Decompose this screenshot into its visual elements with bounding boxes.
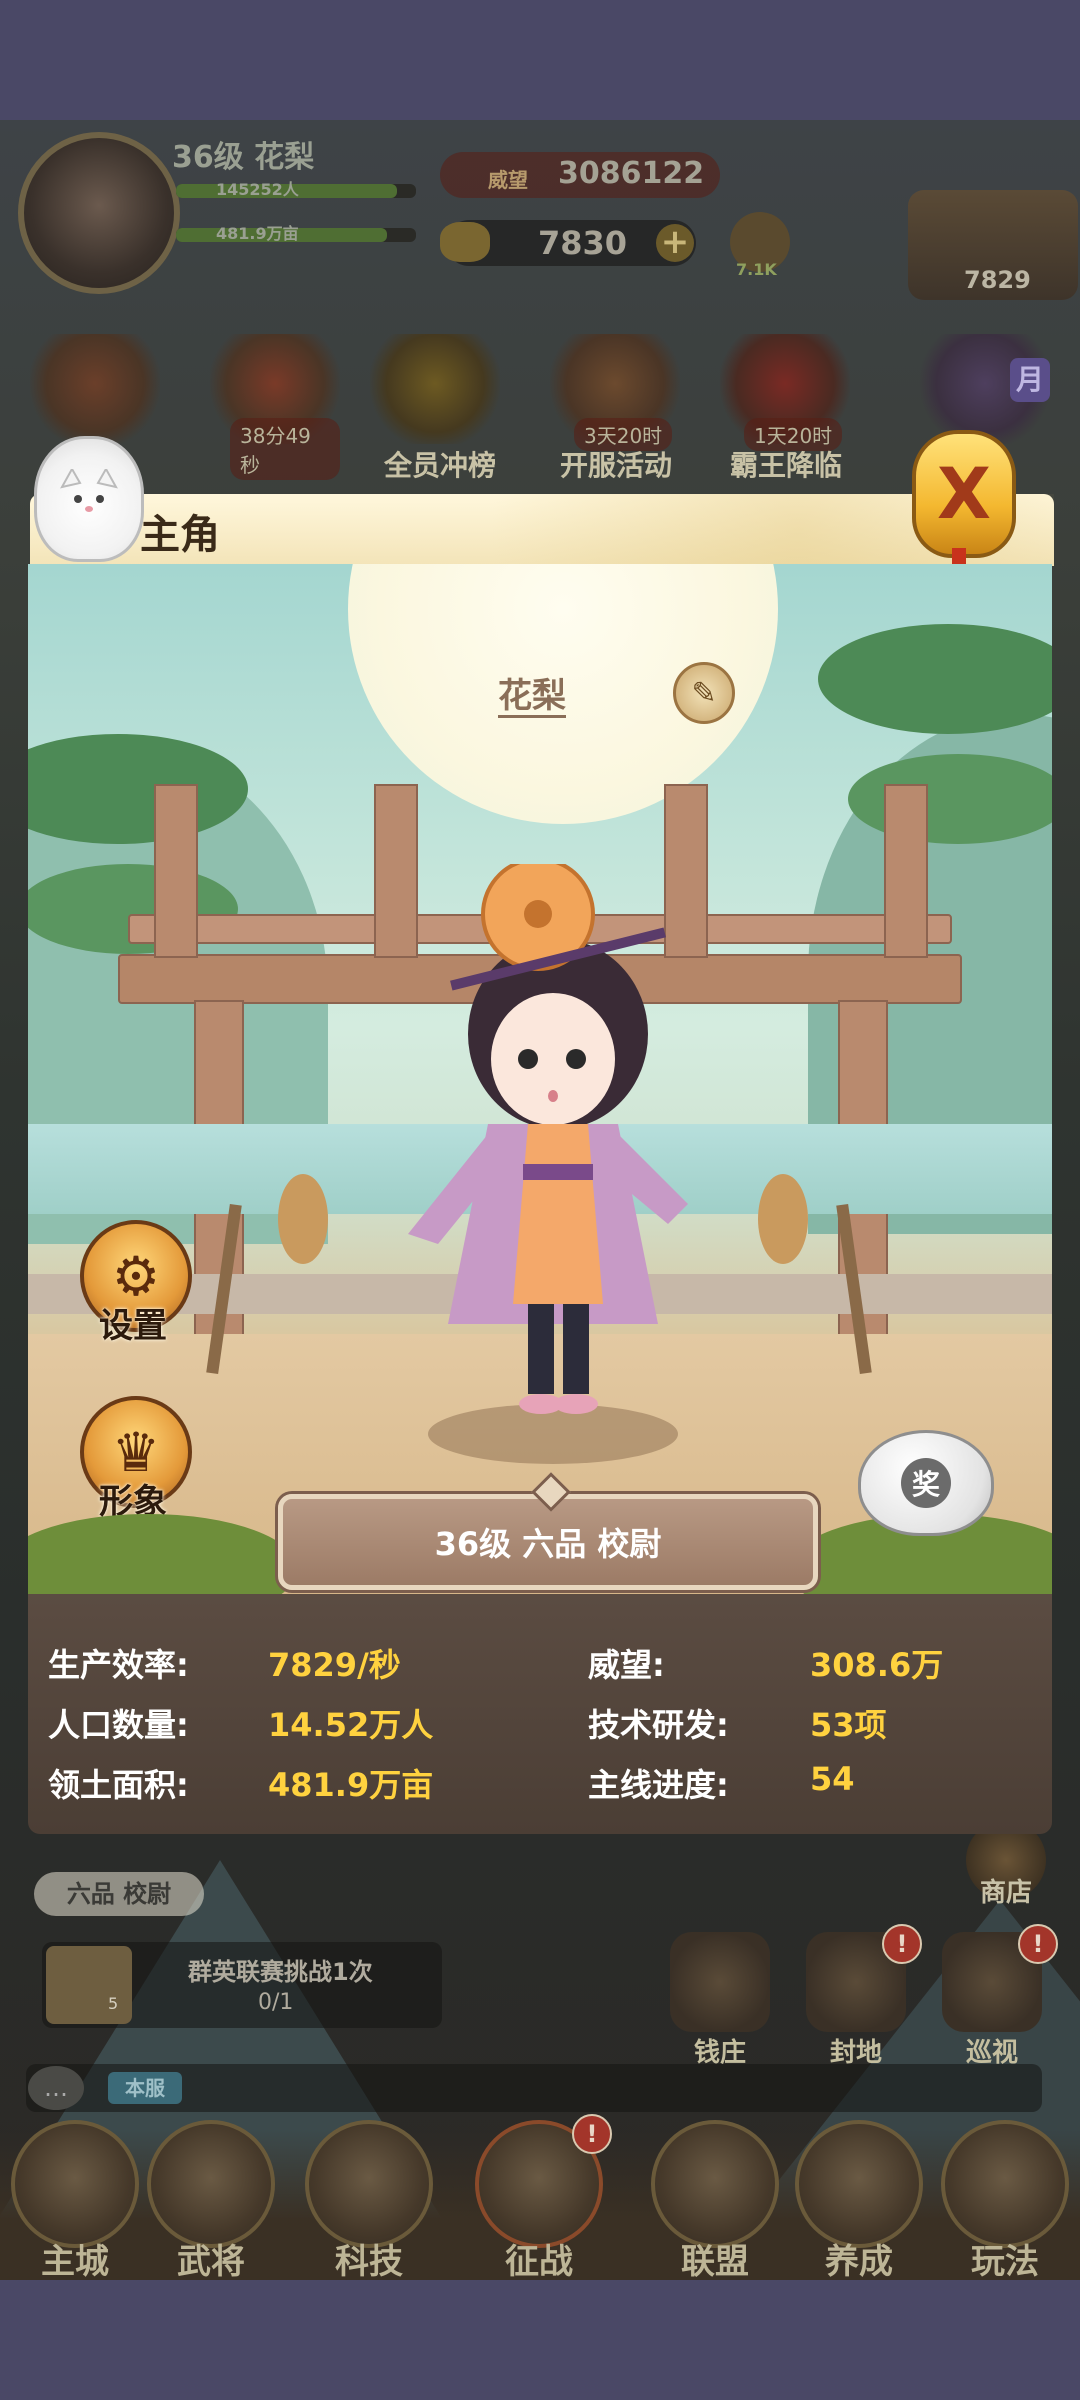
- nav-campaign[interactable]: 征战 !: [464, 2114, 614, 2280]
- stat-label: 生产效率:: [48, 1646, 189, 1684]
- quest-progress: 0/1: [258, 1990, 294, 2015]
- nav-main-city[interactable]: 主城: [0, 2120, 150, 2280]
- nav-gameplay[interactable]: 玩法: [930, 2120, 1080, 2280]
- event-item[interactable]: 1天20时 霸王降临: [720, 334, 850, 482]
- event-item[interactable]: 全员冲榜: [370, 334, 500, 482]
- stat-value: 7829/秒: [268, 1646, 401, 1684]
- event-icon: [30, 334, 160, 444]
- territory-row: 481.9万亩: [176, 224, 416, 243]
- player-avatar[interactable]: [18, 132, 180, 294]
- notification-badge: !: [1018, 1924, 1058, 1964]
- lucky-cat-value: 7.1K: [736, 260, 777, 279]
- side-button-fief[interactable]: 封地 !: [806, 1924, 922, 2069]
- close-button[interactable]: X: [912, 430, 1016, 558]
- white-cat-mascot-icon: [34, 436, 144, 562]
- stat-label: 技术研发:: [588, 1706, 729, 1744]
- month-pass-icon: 月: [1010, 358, 1050, 402]
- side-button-bank[interactable]: 钱庄: [670, 1932, 770, 2069]
- gate-post: [884, 784, 928, 958]
- event-item[interactable]: 3天20时 开服活动: [550, 334, 680, 482]
- stat-value: 54: [810, 1760, 855, 1798]
- nav-label: 征战: [505, 2242, 573, 2280]
- develop-icon: [795, 2120, 923, 2248]
- drum-icon: [278, 1174, 328, 1264]
- notification-badge: !: [572, 2114, 612, 2154]
- quest-title: 群英联赛挑战1次: [188, 1958, 373, 1986]
- population-value: 145252人: [216, 180, 299, 199]
- nav-label: 武将: [177, 2242, 245, 2280]
- stat-label: 威望:: [588, 1646, 665, 1684]
- quest-panel[interactable]: 5 群英联赛挑战1次 0/1: [42, 1942, 442, 2028]
- chat-channel-tag: 本服: [108, 2072, 182, 2104]
- nav-label: 科技: [335, 2242, 403, 2280]
- event-label: 开服活动: [559, 449, 672, 482]
- event-timer: 38分49秒: [230, 418, 340, 480]
- tech-icon: [305, 2120, 433, 2248]
- stat-value: 53项: [810, 1706, 887, 1744]
- pine-tree-icon: [818, 624, 1052, 734]
- event-label: 全员冲榜: [383, 449, 496, 482]
- stats-panel: 生产效率: 7829/秒 威望: 308.6万 人口数量: 14.52万人 技术…: [28, 1594, 1052, 1834]
- generals-icon: [147, 2120, 275, 2248]
- stat-label: 领土面积:: [48, 1766, 189, 1804]
- territory-value: 481.9万亩: [216, 224, 299, 243]
- prestige-label: 威望: [488, 168, 528, 192]
- nav-label: 玩法: [971, 2242, 1039, 2280]
- stat-value: 14.52万人: [268, 1706, 434, 1744]
- stat-value: 308.6万: [810, 1646, 944, 1684]
- chat-icon[interactable]: …: [28, 2066, 84, 2110]
- gold-value: 7830: [538, 224, 628, 262]
- stat-value: 481.9万亩: [268, 1766, 434, 1804]
- stat-label: 主线进度:: [588, 1766, 729, 1804]
- nav-label: 主城: [41, 2242, 109, 2280]
- settings-label[interactable]: 设置: [78, 1298, 188, 1347]
- income-value: 7829: [964, 266, 1031, 294]
- drum-icon: [758, 1174, 808, 1264]
- quest-item-icon: [46, 1946, 132, 2024]
- prestige-value: 3086122: [558, 156, 705, 191]
- event-item[interactable]: 38分49秒: [210, 334, 340, 480]
- status-bar: [0, 0, 1080, 120]
- piggy-bank-reward-icon[interactable]: 奖: [858, 1430, 994, 1536]
- gate-post: [154, 784, 198, 958]
- gameplay-icon: [941, 2120, 1069, 2248]
- navigation-bar: [0, 2280, 1080, 2400]
- character-scene: 花梨 ✎ ⚙ 设置 ♛ 形象 36级 六品 校尉 奖: [28, 564, 1052, 1594]
- main-city-icon: [11, 2120, 139, 2248]
- stat-label: 人口数量:: [48, 1706, 189, 1744]
- quest-item-count: 5: [108, 1994, 119, 2013]
- event-item[interactable]: [30, 334, 160, 444]
- character-name[interactable]: 花梨: [498, 668, 566, 717]
- nav-tech[interactable]: 科技: [294, 2120, 444, 2280]
- nav-alliance[interactable]: 联盟: [640, 2120, 790, 2280]
- add-gold-button[interactable]: +: [656, 224, 694, 262]
- population-row: 145252人: [176, 180, 416, 199]
- reward-char: 奖: [901, 1458, 951, 1508]
- income-panel[interactable]: 7829: [908, 190, 1078, 300]
- event-icon: [370, 334, 500, 444]
- gold-display: 7830 +: [440, 220, 696, 266]
- prestige-display: 威望 3086122: [440, 152, 720, 198]
- nav-label: 养成: [825, 2242, 893, 2280]
- gold-ingot-icon: [440, 222, 490, 262]
- bank-icon: [670, 1932, 770, 2032]
- edit-name-brush-icon[interactable]: ✎: [673, 662, 735, 724]
- nav-generals[interactable]: 武将: [136, 2120, 286, 2280]
- alliance-icon: [651, 2120, 779, 2248]
- nav-label: 联盟: [681, 2242, 749, 2280]
- event-item[interactable]: 月: [920, 334, 1050, 444]
- side-button-patrol[interactable]: 巡视 !: [942, 1924, 1058, 2069]
- nav-develop[interactable]: 养成: [784, 2120, 934, 2280]
- event-label: 霸王降临: [729, 449, 842, 482]
- modal-title: 主角: [140, 512, 220, 558]
- shop-label: 商店: [979, 1878, 1032, 1908]
- character-figure: [408, 864, 688, 1414]
- rank-badge: 六品 校尉: [34, 1872, 204, 1916]
- chat-bar[interactable]: … 本服: [26, 2064, 1042, 2112]
- notification-badge: !: [882, 1924, 922, 1964]
- pine-tree-icon: [848, 754, 1052, 844]
- player-level-name: 36级 花梨: [172, 140, 315, 175]
